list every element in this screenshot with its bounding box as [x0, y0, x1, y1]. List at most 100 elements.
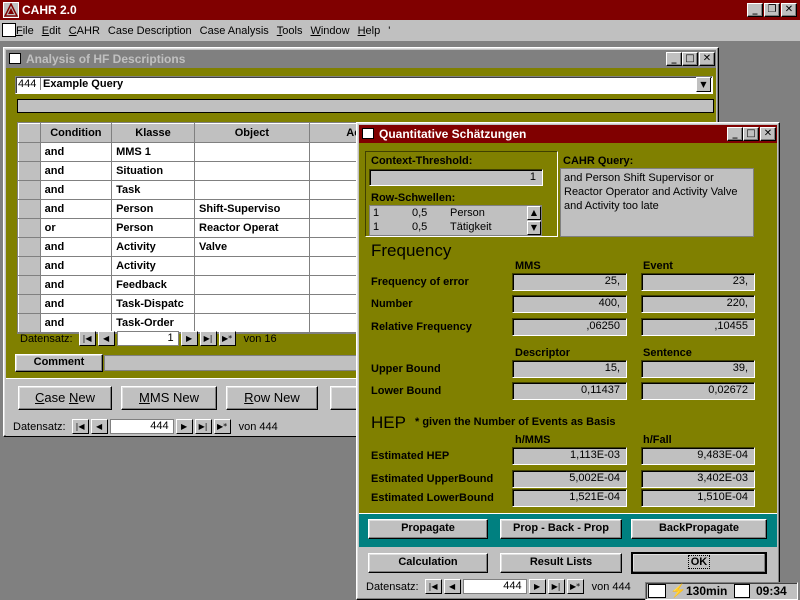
row-selector[interactable]: [18, 313, 41, 333]
next-record-icon[interactable]: ▶: [180, 331, 198, 346]
quant-minimize-icon[interactable]: _: [727, 127, 743, 141]
chevron-down-icon[interactable]: ▼: [696, 77, 711, 92]
outer-prev-record-icon[interactable]: ◀: [90, 419, 108, 434]
table-cell[interactable]: [194, 256, 310, 276]
table-cell[interactable]: Activity: [111, 256, 196, 276]
table-cell[interactable]: or: [39, 218, 113, 238]
table-cell[interactable]: Valve: [194, 237, 310, 257]
table-row[interactable]: and Task-Order: [18, 313, 361, 333]
table-cell[interactable]: and: [39, 313, 113, 333]
battery-icon[interactable]: ⚡: [670, 583, 686, 599]
calculation-button[interactable]: Calculation: [368, 553, 488, 573]
table-cell[interactable]: and: [39, 199, 113, 219]
query-combo[interactable]: 444 Example Query ▼: [15, 76, 713, 94]
table-cell[interactable]: and: [39, 237, 113, 257]
menu-help[interactable]: Help: [354, 22, 385, 40]
quant-titlebar[interactable]: Quantitative Schätzungen _ □ ✕: [359, 125, 777, 143]
table-cell[interactable]: Feedback: [111, 275, 196, 295]
table-cell[interactable]: Task-Order: [111, 313, 196, 333]
menu-window[interactable]: Window: [306, 22, 353, 40]
outer-next-record-icon[interactable]: ▶: [175, 419, 193, 434]
table-cell[interactable]: [308, 294, 361, 314]
menu-case-analysis[interactable]: Case Analysis: [196, 22, 273, 40]
quant-close-icon[interactable]: ✕: [760, 127, 776, 141]
table-cell[interactable]: Task: [111, 180, 196, 200]
table-cell[interactable]: MMS 1: [111, 142, 196, 162]
table-cell[interactable]: [308, 237, 361, 257]
col-klasse[interactable]: Klasse: [111, 123, 196, 143]
table-cell[interactable]: [194, 294, 310, 314]
analysis-maximize-icon[interactable]: □: [682, 52, 698, 66]
outer-record-number[interactable]: 444: [109, 419, 174, 434]
table-row[interactable]: and Feedback: [18, 275, 361, 295]
table-cell[interactable]: [308, 256, 361, 276]
quant-record-number[interactable]: 444: [462, 579, 527, 594]
inner-record-number[interactable]: 1: [116, 331, 179, 346]
row-schwellen-item[interactable]: 1: [373, 207, 379, 219]
analysis-close-icon[interactable]: ✕: [699, 52, 715, 66]
speaker-icon[interactable]: [734, 584, 750, 598]
table-cell[interactable]: [194, 275, 310, 295]
analysis-titlebar[interactable]: Analysis of HF Descriptions _ □ ✕: [6, 50, 716, 68]
comment-field[interactable]: [104, 355, 359, 371]
table-cell[interactable]: Situation: [111, 161, 196, 181]
table-cell[interactable]: Reactor Operat: [194, 218, 310, 238]
table-cell[interactable]: [194, 180, 310, 200]
row-selector[interactable]: [18, 218, 41, 238]
table-cell[interactable]: Activity: [111, 237, 196, 257]
table-row[interactable]: and Situation: [18, 161, 361, 181]
mms-new-button[interactable]: MMS New: [121, 386, 217, 410]
menu-edit[interactable]: Edit: [38, 22, 65, 40]
col-action[interactable]: Action: [308, 123, 361, 143]
close-icon[interactable]: ✕: [781, 3, 797, 17]
table-cell[interactable]: [308, 161, 361, 181]
table-cell[interactable]: [308, 313, 361, 333]
table-row[interactable]: and Task: [18, 180, 361, 200]
first-record-icon[interactable]: |◀: [78, 331, 96, 346]
row-selector[interactable]: [18, 180, 41, 200]
table-cell[interactable]: [308, 199, 361, 219]
row-selector[interactable]: [18, 256, 41, 276]
table-row[interactable]: and Activity: [18, 256, 361, 276]
propagate-button[interactable]: Propagate: [368, 519, 488, 539]
row-schwellen-item[interactable]: 1: [373, 221, 379, 233]
table-cell[interactable]: [194, 142, 310, 162]
quant-last-record-icon[interactable]: ▶|: [547, 579, 565, 594]
prev-record-icon[interactable]: ◀: [97, 331, 115, 346]
backpropagate-button[interactable]: BackPropagate: [631, 519, 767, 539]
ok-button[interactable]: OK: [631, 552, 767, 574]
row-schwellen-list[interactable]: 1 0,5 Person 1 0,5 Tätigkeit ▲ ▼: [369, 205, 542, 236]
quant-maximize-icon[interactable]: □: [743, 127, 759, 141]
table-cell[interactable]: [194, 161, 310, 181]
row-selector[interactable]: [18, 237, 41, 257]
scroll-up-icon[interactable]: ▲: [527, 206, 541, 220]
new-record-icon[interactable]: ▶*: [218, 331, 236, 346]
table-cell[interactable]: and: [39, 180, 113, 200]
table-row[interactable]: and MMS 1: [18, 142, 361, 162]
row-selector[interactable]: [18, 142, 41, 162]
table-cell[interactable]: and: [39, 161, 113, 181]
table-cell[interactable]: Task-Dispatc: [111, 294, 196, 314]
table-cell[interactable]: [308, 142, 361, 162]
table-cell[interactable]: [308, 218, 361, 238]
restore-icon[interactable]: ❐: [764, 3, 780, 17]
minimize-icon[interactable]: _: [747, 3, 763, 17]
prop-back-prop-button[interactable]: Prop - Back - Prop: [500, 519, 622, 539]
table-row[interactable]: or Person Reactor Operat: [18, 218, 361, 238]
row-selector[interactable]: [18, 199, 41, 219]
comment-button[interactable]: Comment: [15, 354, 103, 372]
table-cell[interactable]: Person: [111, 218, 196, 238]
analysis-minimize-icon[interactable]: _: [666, 52, 682, 66]
table-cell[interactable]: [194, 313, 310, 333]
menu-case-description[interactable]: Case Description: [104, 22, 196, 40]
row-selector[interactable]: [18, 161, 41, 181]
row-selector[interactable]: [18, 275, 41, 295]
table-cell[interactable]: and: [39, 275, 113, 295]
table-cell[interactable]: Shift-Superviso: [194, 199, 310, 219]
menu-file[interactable]: File: [12, 22, 38, 40]
table-row[interactable]: and Activity Valve: [18, 237, 361, 257]
col-condition[interactable]: Condition: [39, 123, 113, 143]
menu-tools[interactable]: Tools: [273, 22, 307, 40]
menu-cahr[interactable]: CAHR: [65, 22, 104, 40]
table-cell[interactable]: and: [39, 142, 113, 162]
